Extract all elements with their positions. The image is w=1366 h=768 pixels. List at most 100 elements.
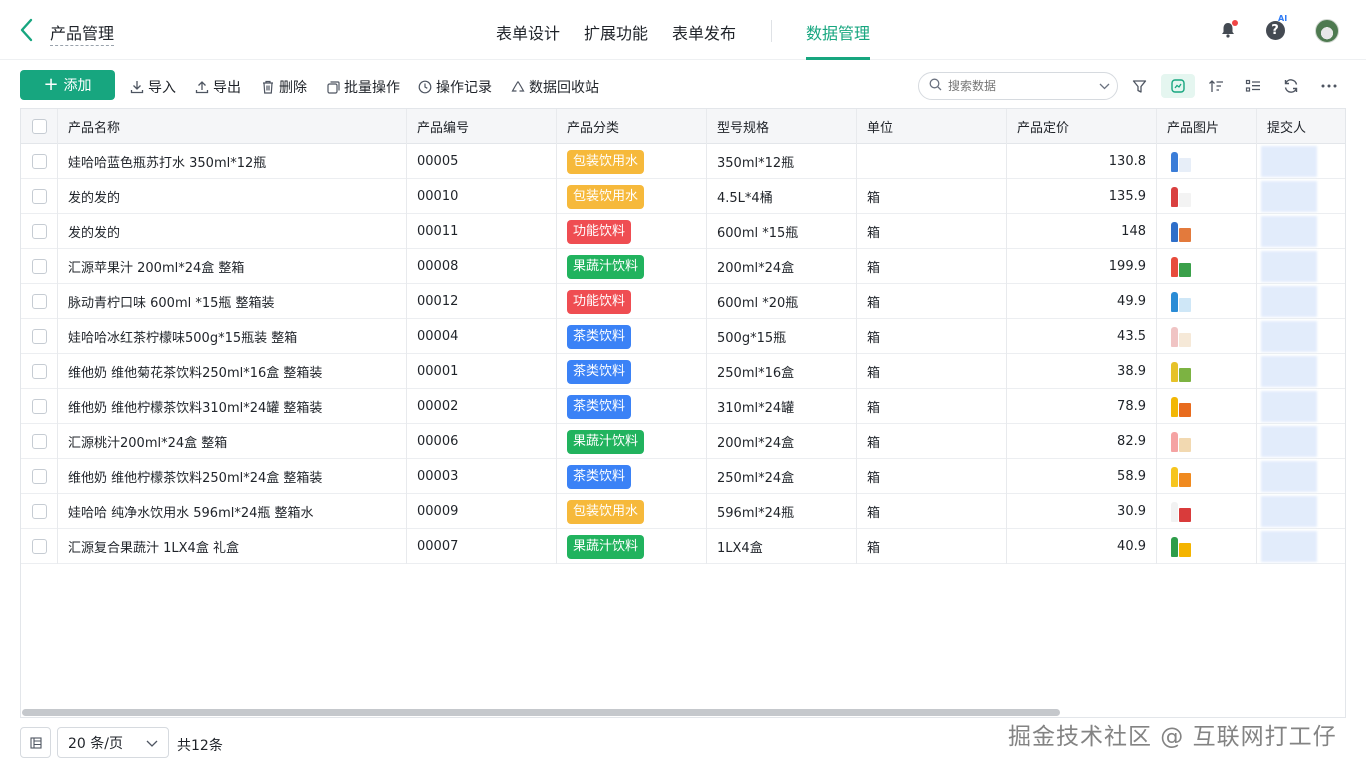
category-tag: 茶类饮料 (567, 464, 632, 489)
unit-cell: 箱 (857, 284, 1007, 319)
redacted-submitter (1261, 496, 1317, 527)
table-row[interactable]: 发的发的 00010 包装饮用水 4.5L*4桶箱 135.9 (21, 179, 1345, 214)
chevron-down-icon[interactable] (1099, 79, 1110, 93)
column-header[interactable]: 产品图片 (1157, 109, 1257, 144)
tab-form-publish[interactable]: 表单发布 (672, 20, 736, 44)
name-cell: 娃哈哈 纯净水饮用水 596ml*24瓶 整箱水 (58, 494, 407, 529)
table-row[interactable]: 娃哈哈蓝色瓶苏打水 350ml*12瓶 00005 包装饮用水 350ml*12瓶 13… (21, 144, 1345, 179)
table-row[interactable]: 娃哈哈 纯净水饮用水 596ml*24瓶 整箱水 00009 包装饮用水 596ml*… (21, 494, 1345, 529)
refresh-icon[interactable] (1279, 74, 1303, 98)
price-cell: 130.8 (1007, 144, 1157, 179)
row-checkbox[interactable] (31, 399, 47, 414)
recycle-bin-button[interactable]: 数据回收站 (511, 77, 599, 97)
image-cell (1157, 529, 1257, 564)
export-button[interactable]: 导出 (195, 77, 241, 97)
back-arrow-icon[interactable] (14, 16, 38, 44)
horizontal-scrollbar[interactable] (22, 709, 1060, 716)
column-header[interactable]: 产品分类 (557, 109, 707, 144)
view-mode-icon[interactable] (1161, 74, 1195, 98)
clock-icon (418, 80, 432, 94)
delete-button[interactable]: 删除 (261, 77, 307, 97)
row-select-cell (21, 529, 58, 564)
select-all-checkbox[interactable] (31, 119, 47, 134)
name-cell: 脉动青柠口味 600ml *15瓶 整箱装 (58, 284, 407, 319)
tab-data-management[interactable]: 数据管理 (806, 20, 870, 44)
image-cell (1157, 319, 1257, 354)
tab-extensions[interactable]: 扩展功能 (584, 20, 648, 44)
row-checkbox[interactable] (31, 504, 47, 519)
table-row[interactable]: 汇源苹果汁 200ml*24盒 整箱 00008 果蔬汁饮料 200ml*24盒箱 19… (21, 249, 1345, 284)
tab-form-design[interactable]: 表单设计 (496, 20, 560, 44)
pure-water-icon[interactable] (1167, 499, 1193, 525)
gift-box-icon[interactable] (1167, 534, 1193, 560)
ice-tea-icon[interactable] (1167, 324, 1193, 350)
water-pack-icon[interactable] (1167, 149, 1193, 175)
lemon-tea-box-icon[interactable] (1167, 464, 1193, 490)
column-header[interactable]: 产品编号 (407, 109, 557, 144)
column-header[interactable]: 产品定价 (1007, 109, 1157, 144)
submitter-cell (1257, 389, 1345, 424)
filter-icon[interactable] (1127, 74, 1151, 98)
tea-box-icon[interactable] (1167, 359, 1193, 385)
image-cell (1157, 354, 1257, 389)
search-input[interactable] (948, 79, 1093, 93)
redacted-submitter (1261, 181, 1317, 212)
row-checkbox[interactable] (31, 469, 47, 484)
price-cell: 43.5 (1007, 319, 1157, 354)
sports-drink-icon[interactable] (1167, 219, 1193, 245)
lemon-tea-can-icon[interactable] (1167, 394, 1193, 420)
column-header[interactable]: 单位 (857, 109, 1007, 144)
field-list-icon[interactable] (1241, 74, 1265, 98)
table-header: 产品名称 产品编号 产品分类 型号规格 单位 产品定价 产品图片 提交人 (21, 109, 1345, 144)
category-tag: 果蔬汁饮料 (567, 429, 645, 454)
column-header[interactable]: 型号规格 (707, 109, 857, 144)
name-cell: 汇源桃汁200ml*24盒 整箱 (58, 424, 407, 459)
row-checkbox[interactable] (31, 539, 47, 554)
app-title[interactable]: 产品管理 (50, 20, 115, 46)
column-header[interactable]: 产品名称 (58, 109, 407, 144)
sort-icon[interactable] (1204, 74, 1228, 98)
row-checkbox[interactable] (31, 434, 47, 449)
table-row[interactable]: 娃哈哈冰红茶柠檬味500g*15瓶装 整箱 00004 茶类饮料 500g*15瓶箱 4… (21, 319, 1345, 354)
row-checkbox[interactable] (31, 154, 47, 169)
water-bottle-icon[interactable] (1167, 184, 1193, 210)
batch-operation-button[interactable]: 批量操作 (326, 77, 400, 97)
row-checkbox[interactable] (31, 189, 47, 204)
name-cell: 维他奶 维他柠檬茶饮料250ml*24盒 整箱装 (58, 459, 407, 494)
row-checkbox[interactable] (31, 259, 47, 274)
category-tag: 功能饮料 (567, 289, 632, 314)
table-row[interactable]: 维他奶 维他菊花茶饮料250ml*16盒 整箱装 00001 茶类饮料 250ml*1… (21, 354, 1345, 389)
table-row[interactable]: 维他奶 维他柠檬茶饮料310ml*24罐 整箱装 00002 茶类饮料 310ml*2… (21, 389, 1345, 424)
table-row[interactable]: 脉动青柠口味 600ml *15瓶 整箱装 00012 功能饮料 600ml *20瓶… (21, 284, 1345, 319)
category-cell: 茶类饮料 (557, 459, 707, 494)
redacted-submitter (1261, 286, 1317, 317)
unit-cell: 箱 (857, 389, 1007, 424)
row-checkbox[interactable] (31, 329, 47, 344)
row-checkbox[interactable] (31, 364, 47, 379)
submitter-cell (1257, 284, 1345, 319)
mizone-bottle-icon[interactable] (1167, 289, 1193, 315)
table-row[interactable]: 发的发的 00011 功能饮料 600ml *15瓶箱 148 (21, 214, 1345, 249)
notification-bell-icon[interactable] (1216, 18, 1240, 42)
operation-log-button[interactable]: 操作记录 (418, 77, 492, 97)
table-row[interactable]: 汇源桃汁200ml*24盒 整箱 00006 果蔬汁饮料 200ml*24盒箱 82.9 (21, 424, 1345, 459)
column-settings-icon[interactable] (20, 727, 51, 758)
search-box[interactable] (918, 72, 1118, 100)
table-row[interactable]: 汇源复合果蔬汁 1LX4盒 礼盒 00007 果蔬汁饮料 1LX4盒箱 40.9 (21, 529, 1345, 564)
category-cell: 茶类饮料 (557, 319, 707, 354)
row-checkbox[interactable] (31, 294, 47, 309)
add-button[interactable]: + 添加 (20, 70, 115, 100)
juice-box-icon[interactable] (1167, 254, 1193, 280)
redacted-submitter (1261, 146, 1317, 177)
import-button[interactable]: 导入 (130, 77, 176, 97)
table-row[interactable]: 维他奶 维他柠檬茶饮料250ml*24盒 整箱装 00003 茶类饮料 250ml*2… (21, 459, 1345, 494)
spec-cell: 250ml*16盒 (707, 354, 857, 389)
more-options-icon[interactable] (1317, 74, 1341, 98)
user-avatar[interactable] (1315, 19, 1339, 43)
peach-juice-icon[interactable] (1167, 429, 1193, 455)
data-table: 产品名称 产品编号 产品分类 型号规格 单位 产品定价 产品图片 提交人 娃哈哈… (20, 108, 1346, 718)
row-checkbox[interactable] (31, 224, 47, 239)
column-header[interactable]: 提交人 (1257, 109, 1345, 144)
page-size-select[interactable]: 20 条/页 (57, 727, 169, 758)
help-ai-icon[interactable]: ? AI (1263, 14, 1287, 42)
